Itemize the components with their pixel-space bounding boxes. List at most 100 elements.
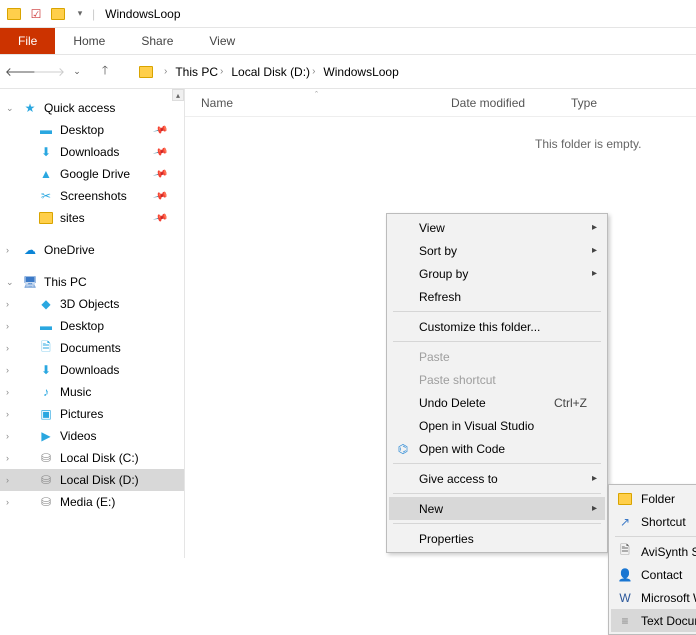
tree-label: Local Disk (C:) [60,451,139,465]
menu-item-label: New [419,502,443,516]
forward-button[interactable]: 🡒 [38,61,60,83]
menu-item-label: Open with Code [419,442,505,456]
menu-item-open-with-code[interactable]: ⌬Open with Code [389,437,605,460]
menu-item-folder[interactable]: Folder [611,487,696,510]
sidebar-item-pictures[interactable]: ›▣Pictures [0,403,184,425]
menu-item-new[interactable]: New ▸ [389,497,605,520]
desktop-icon: ▬ [38,318,54,334]
ribbon: File Home Share View [0,28,696,55]
pin-icon: 📌 [152,188,168,204]
menu-item-label: Folder [641,492,675,506]
recent-locations-dropdown[interactable]: ⌄ [66,61,88,83]
menu-item-avisynth-script[interactable]: 🗎AviSynth Script [611,540,696,563]
menu-item-label: View [419,221,445,235]
sidebar-item-music[interactable]: ›♪Music [0,381,184,403]
tree-label: Downloads [60,363,119,377]
tree-onedrive[interactable]: › ☁ OneDrive [0,239,184,261]
address-bar: 🡐 🡒 ⌄ 🡑 › This PC› Local Disk (D:)› Wind… [0,55,696,89]
file-list-pane[interactable]: ˆ Name Date modified Type This folder is… [185,89,696,558]
menu-item-give-access-to[interactable]: Give access to ▸ [389,467,605,490]
menu-item-label: Sort by [419,244,457,258]
context-menu[interactable]: View▸Sort by▸Group by▸RefreshCustomize t… [386,213,608,553]
chevron-right-icon: › [6,497,9,507]
chevron-right-icon: › [6,245,9,255]
sidebar-item-downloads[interactable]: ›⬇Downloads [0,359,184,381]
menu-item-contact[interactable]: 👤Contact [611,563,696,586]
menu-separator [393,523,601,524]
ribbon-file-tab[interactable]: File [0,28,55,54]
menu-shortcut: Ctrl+Z [554,396,587,410]
chevron-right-icon: ▸ [592,503,597,514]
menu-item-group-by[interactable]: Group by▸ [389,262,605,285]
context-submenu-new[interactable]: Folder ↗ Shortcut 🗎AviSynth Script👤ContactW… [608,484,696,635]
qat-dropdown-icon[interactable]: ▾ [70,4,90,24]
ribbon-tab-home[interactable]: Home [55,28,123,54]
column-header-name[interactable]: Name [201,96,451,110]
menu-item-customize-this-folder-[interactable]: Customize this folder... [389,315,605,338]
sidebar-item-downloads[interactable]: ⬇Downloads📌 [0,141,184,163]
tree-label: Screenshots [60,189,127,203]
sidebar-item-desktop[interactable]: ›▬Desktop [0,315,184,337]
column-header-date[interactable]: Date modified [451,96,571,110]
menu-item-label: Paste shortcut [419,373,496,387]
menu-item-view[interactable]: View▸ [389,216,605,239]
sidebar-item-3d-objects[interactable]: ›◆3D Objects [0,293,184,315]
qat-properties-icon[interactable]: ☑ [26,4,46,24]
menu-item-label: Shortcut [641,515,686,529]
column-header-type[interactable]: Type [571,96,651,110]
breadcrumb-seg[interactable]: This PC [175,65,218,79]
sidebar-item-videos[interactable]: ›▶Videos [0,425,184,447]
sidebar-item-media-e-[interactable]: ›⛁Media (E:) [0,491,184,513]
tree-this-pc[interactable]: ⌄ 🖥 This PC [0,271,184,293]
menu-item-sort-by[interactable]: Sort by▸ [389,239,605,262]
sidebar-item-desktop[interactable]: ▬ Desktop 📌 [0,119,184,141]
folder-icon [617,491,633,507]
navigation-tree[interactable]: ▴ ⌄ ★ Quick access ▬Desktop📌⬇Downloads📌▲… [0,89,185,558]
gdrive-icon: ▲ [38,166,54,182]
menu-item-label: Give access to [419,472,498,486]
ribbon-tab-view[interactable]: View [191,28,253,54]
chevron-right-icon: › [6,453,9,463]
tree-label: Pictures [60,407,103,421]
menu-item-text-document[interactable]: ≡Text Document [611,609,696,632]
menu-item-microsoft-word-document[interactable]: WMicrosoft Word Document [611,586,696,609]
sidebar-item-local-disk-c-[interactable]: ›⛁Local Disk (C:) [0,447,184,469]
docs-icon: 🗎 [38,340,54,356]
back-button[interactable]: 🡐 [10,61,32,83]
chevron-right-icon: ▸ [592,473,597,484]
sidebar-item-google-drive[interactable]: ▲Google Drive📌 [0,163,184,185]
desktop-icon: ▬ [38,122,54,138]
menu-item-shortcut[interactable]: ↗ Shortcut [611,510,696,533]
contact-icon: 👤 [617,567,633,583]
up-button[interactable]: 🡑 [94,61,116,83]
pin-icon: 📌 [152,122,168,138]
tree-label: Google Drive [60,167,130,181]
menu-item-label: Refresh [419,290,461,304]
sidebar-item-sites[interactable]: sites📌 [0,207,184,229]
menu-item-label: Paste [419,350,450,364]
menu-item-undo-delete[interactable]: Undo DeleteCtrl+Z [389,391,605,414]
sidebar-item-documents[interactable]: ›🗎Documents [0,337,184,359]
tree-quick-access[interactable]: ⌄ ★ Quick access [0,97,184,119]
ribbon-tab-share[interactable]: Share [123,28,191,54]
menu-item-open-in-visual-studio[interactable]: Open in Visual Studio [389,414,605,437]
pin-icon: 📌 [152,144,168,160]
tree-label: 3D Objects [60,297,119,311]
breadcrumb-seg[interactable]: Local Disk (D:) [231,65,310,79]
menu-item-properties[interactable]: Properties [389,527,605,550]
folder-icon [136,62,156,82]
menu-separator [615,536,696,537]
column-headers[interactable]: ˆ Name Date modified Type [185,89,696,117]
scissors-icon: ✂ [38,188,54,204]
shortcut-icon: ↗ [617,514,633,530]
breadcrumb[interactable]: This PC› Local Disk (D:)› WindowsLoop [173,63,400,81]
menu-item-label: Properties [419,532,474,546]
breadcrumb-seg[interactable]: WindowsLoop [323,65,398,79]
sort-indicator-icon: ˆ [315,90,318,100]
tree-label: OneDrive [44,243,95,257]
sidebar-item-local-disk-d-[interactable]: ›⛁Local Disk (D:) [0,469,184,491]
menu-item-refresh[interactable]: Refresh [389,285,605,308]
3d-icon: ◆ [38,296,54,312]
tree-label: Desktop [60,123,104,137]
sidebar-item-screenshots[interactable]: ✂ Screenshots 📌 [0,185,184,207]
